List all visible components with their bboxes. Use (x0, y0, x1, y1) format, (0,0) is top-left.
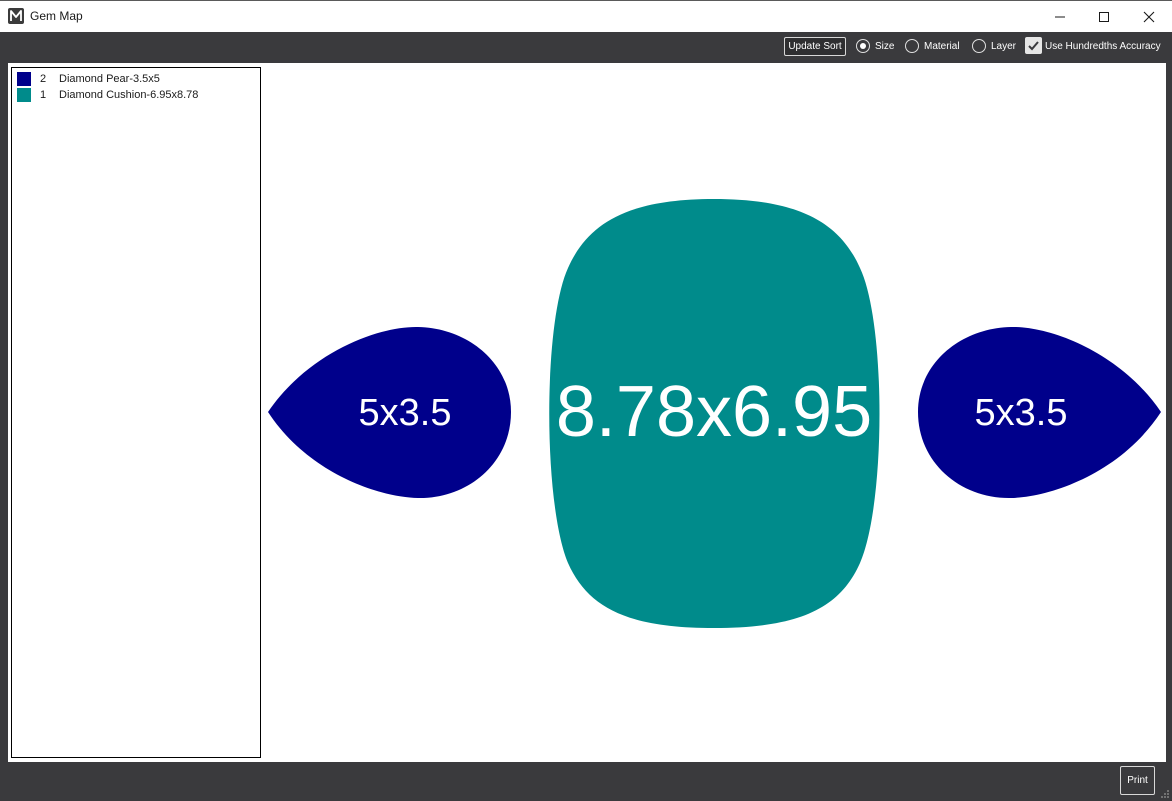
sort-material-radio[interactable] (905, 39, 919, 53)
gem-layout: 5x3.5 8.78x6.95 5x3.5 (268, 199, 1161, 628)
sort-layer-radio[interactable] (972, 39, 986, 53)
minimize-button[interactable] (1037, 1, 1083, 32)
sort-layer-label: Layer (991, 41, 1017, 52)
sort-size-label: Size (875, 41, 895, 52)
print-button[interactable]: Print (1120, 766, 1155, 795)
footer-bar: Print (0, 762, 1172, 801)
checkmark-icon (1028, 41, 1039, 51)
resize-grip-icon[interactable] (1160, 789, 1170, 799)
gem-pear-right-label: 5x3.5 (975, 392, 1068, 434)
close-icon (1143, 11, 1155, 22)
maximize-icon (1099, 11, 1109, 22)
gem-cushion-label: 8.78x6.95 (556, 372, 872, 452)
update-sort-button[interactable]: Update Sort (784, 37, 846, 56)
close-button[interactable] (1126, 1, 1172, 32)
gem-map-canvas: 2 Diamond Pear-3.5x5 1 Diamond Cushion-6… (8, 63, 1166, 762)
maximize-button[interactable] (1081, 1, 1127, 32)
gem-pear-left-label: 5x3.5 (359, 392, 452, 434)
hundredths-checkbox[interactable] (1025, 37, 1042, 54)
window-title: Gem Map (30, 9, 83, 23)
toolbar: Update Sort Size Material Layer Use Hund… (0, 32, 1172, 63)
sort-material-label: Material (924, 41, 960, 52)
sort-size-radio[interactable] (856, 39, 870, 53)
hundredths-label: Use Hundredths Accuracy (1045, 41, 1161, 52)
title-bar: Gem Map (0, 0, 1172, 32)
app-logo-icon (8, 8, 24, 24)
minimize-icon (1055, 16, 1065, 17)
